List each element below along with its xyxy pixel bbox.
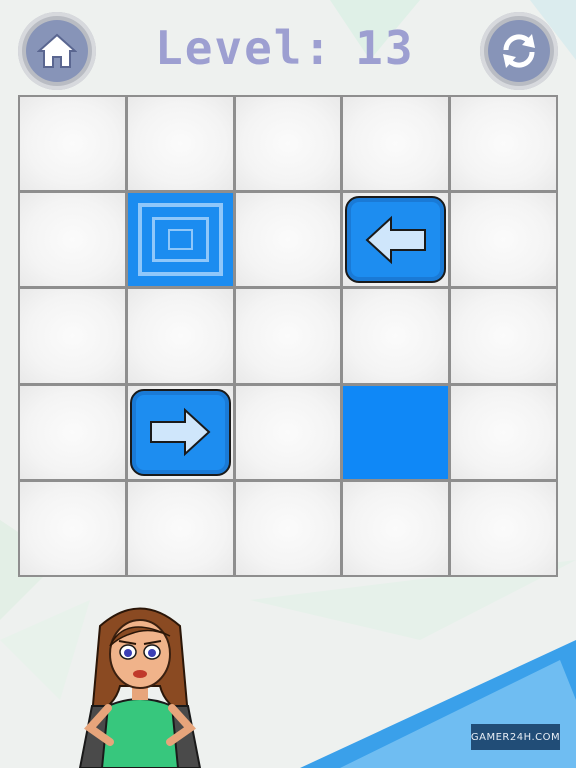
board-cell[interactable] [451,193,556,287]
board-cell[interactable] [127,481,233,575]
board-cell[interactable] [343,193,449,287]
board-cell[interactable] [127,289,233,383]
board-cell[interactable] [235,385,341,479]
board-cell[interactable] [127,385,233,479]
home-button[interactable] [18,12,96,90]
level-number: 13 [355,21,415,75]
board-cell[interactable] [235,193,341,287]
board-cell[interactable] [235,481,341,575]
board-cell[interactable] [235,97,341,191]
restart-icon [503,34,535,68]
board-cell[interactable] [20,97,125,191]
board-cell[interactable] [20,193,125,287]
board-cell[interactable] [451,97,556,191]
watermark: GAMER24H.COM [471,724,560,750]
arrow-left-icon [365,215,426,265]
board-cell[interactable] [343,97,449,191]
arrow-right-block[interactable] [129,388,231,476]
arrow-left-block[interactable] [345,196,447,284]
board-cell[interactable] [235,289,341,383]
board-cell[interactable] [451,289,556,383]
level-title: Level: 13 [155,20,425,76]
level-label: Level: [155,21,334,75]
target-tile[interactable] [127,193,233,287]
board-cell[interactable] [127,97,233,191]
board-cell[interactable] [20,289,125,383]
home-icon [37,33,77,68]
game-board [18,95,558,577]
board-cell[interactable] [451,481,556,575]
filled-tile[interactable] [343,385,449,479]
arrow-right-icon [150,407,211,457]
girl-character [78,607,202,768]
board-cell[interactable] [20,385,125,479]
board-cell[interactable] [20,481,125,575]
board-cell[interactable] [451,385,556,479]
board-cell[interactable] [343,481,449,575]
restart-button[interactable] [480,12,558,90]
board-cell[interactable] [343,289,449,383]
